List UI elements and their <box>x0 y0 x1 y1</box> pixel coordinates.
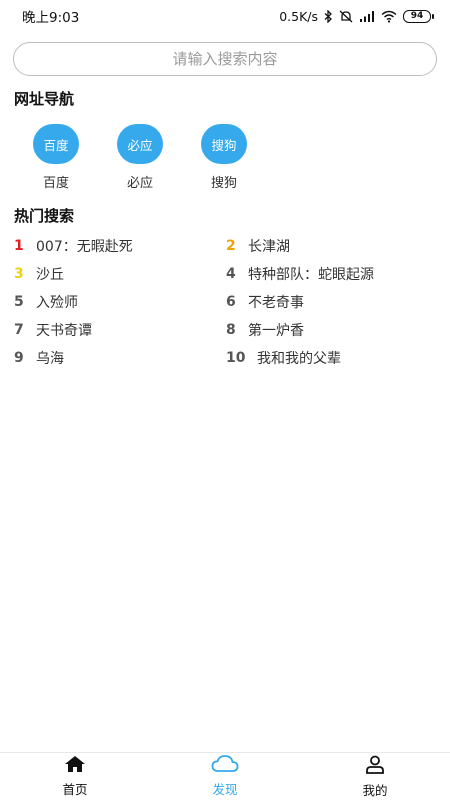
nav-shortcut-bing[interactable]: 必应 必应 <box>117 124 163 191</box>
hot-search-item[interactable]: 5 入殓师 <box>14 288 226 316</box>
mute-icon <box>339 10 353 23</box>
nav-circle-sogou[interactable]: 搜狗 <box>201 124 247 164</box>
network-speed: 0.5K/s <box>279 8 318 24</box>
hot-search-item[interactable]: 9 乌海 <box>14 344 226 372</box>
hot-search-text[interactable]: 不老奇事 <box>248 292 304 312</box>
hot-search-item[interactable]: 6 不老奇事 <box>226 288 434 316</box>
status-time: 晚上9:03 <box>22 10 80 26</box>
nav-shortcut-sogou[interactable]: 搜狗 搜狗 <box>201 124 247 191</box>
hot-rank: 6 <box>226 294 236 310</box>
tab-mine-label: 我的 <box>362 782 388 798</box>
bluetooth-icon <box>324 9 333 23</box>
search-input[interactable] <box>14 43 436 75</box>
wifi-icon <box>381 10 397 23</box>
hot-search-text[interactable]: 入殓师 <box>36 292 78 312</box>
user-icon <box>365 755 385 778</box>
hot-search-list: 1 007：无暇赴死 2 长津湖 3 沙丘 4 特种部队：蛇眼起源 5 入殓师 … <box>14 232 434 372</box>
tab-home-label: 首页 <box>62 782 88 797</box>
status-bar: 晚上9:03 0.5K/s 94 <box>0 0 450 32</box>
tab-home[interactable]: 首页 <box>0 753 150 800</box>
hot-search-text[interactable]: 007：无暇赴死 <box>36 236 133 256</box>
battery-level: 94 <box>403 9 431 23</box>
search-box[interactable] <box>13 42 437 76</box>
hot-search-text[interactable]: 第一炉香 <box>248 320 304 340</box>
hot-search-text[interactable]: 乌海 <box>36 348 64 368</box>
cloud-icon <box>211 755 239 777</box>
tab-discover[interactable]: 发现 <box>150 753 300 800</box>
hot-search-item[interactable]: 2 长津湖 <box>226 232 434 260</box>
hot-rank: 8 <box>226 322 236 338</box>
signal-icon <box>359 10 375 23</box>
hot-search-text[interactable]: 我和我的父辈 <box>257 348 341 368</box>
hot-search-item[interactable]: 4 特种部队：蛇眼起源 <box>226 260 434 288</box>
battery-icon: 94 <box>403 9 434 23</box>
hot-search-item[interactable]: 10 我和我的父辈 <box>226 344 434 372</box>
home-icon <box>64 755 86 777</box>
nav-circle-baidu[interactable]: 百度 <box>33 124 79 164</box>
hot-rank: 3 <box>14 266 24 282</box>
nav-label-sogou: 搜狗 <box>210 176 237 191</box>
hot-rank: 9 <box>14 350 24 366</box>
hot-section-title: 热门搜索 <box>14 207 75 225</box>
hot-rank: 4 <box>226 266 236 282</box>
status-icons: 0.5K/s 94 <box>279 9 434 24</box>
hot-search-text[interactable]: 特种部队：蛇眼起源 <box>248 264 374 284</box>
hot-rank: 1 <box>14 238 24 254</box>
hot-search-item[interactable]: 8 第一炉香 <box>226 316 434 344</box>
hot-rank: 5 <box>14 294 24 310</box>
tab-discover-label: 发现 <box>212 782 238 797</box>
nav-shortcut-baidu[interactable]: 百度 百度 <box>33 124 79 191</box>
nav-label-baidu: 百度 <box>42 176 69 191</box>
hot-rank: 7 <box>14 322 24 338</box>
hot-search-item[interactable]: 3 沙丘 <box>14 260 226 288</box>
hot-search-text[interactable]: 天书奇谭 <box>36 320 92 340</box>
bottom-nav: 首页 发现 我的 <box>0 752 450 800</box>
nav-circle-bing[interactable]: 必应 <box>117 124 163 164</box>
nav-section-title: 网址导航 <box>14 90 75 108</box>
nav-shortcuts: 百度 百度 必应 必应 搜狗 搜狗 <box>33 124 247 191</box>
hot-rank: 10 <box>226 350 246 366</box>
hot-search-item[interactable]: 1 007：无暇赴死 <box>14 232 226 260</box>
nav-label-bing: 必应 <box>126 176 153 191</box>
hot-rank: 2 <box>226 238 236 254</box>
hot-search-text[interactable]: 长津湖 <box>248 236 290 256</box>
hot-search-text[interactable]: 沙丘 <box>36 264 64 284</box>
tab-mine[interactable]: 我的 <box>300 753 450 800</box>
hot-search-item[interactable]: 7 天书奇谭 <box>14 316 226 344</box>
